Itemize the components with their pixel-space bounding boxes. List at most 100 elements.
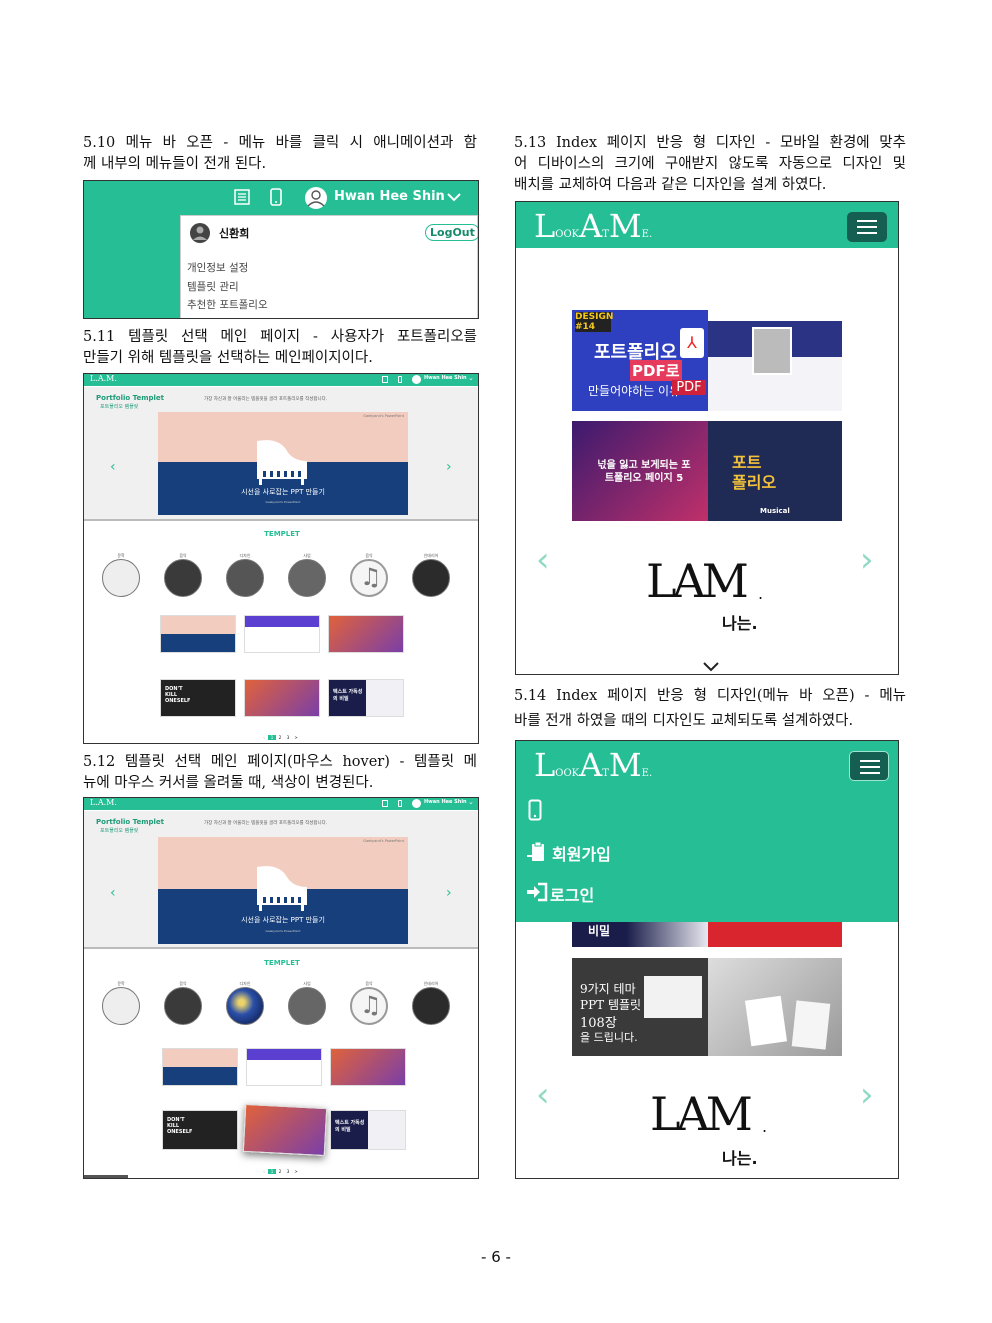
portfolio-card-peek[interactable]: [708, 922, 842, 947]
chevron-down-icon[interactable]: ⌄: [468, 798, 474, 806]
chevron-down-icon[interactable]: [702, 660, 720, 672]
template-thumb[interactable]: 텍스트 가독성의 비밀: [330, 1110, 406, 1150]
hamburger-menu-button[interactable]: [849, 751, 889, 781]
avatar[interactable]: [304, 186, 328, 210]
screenshot-mobile-menu-open: LOOKATME. 회원가입 로그인 비밀 9가지 테마 PPT 템플릿 108…: [515, 740, 899, 1179]
navbar: L.A.M. Hwan Hee Shin ⌄: [84, 798, 478, 810]
category-literature[interactable]: [102, 987, 140, 1025]
user-name[interactable]: Hwan Hee Shin: [424, 799, 467, 805]
scrollbar[interactable]: [84, 1175, 128, 1178]
page-3[interactable]: 3: [284, 735, 292, 740]
portfolio-card[interactable]: 9가지 테마 PPT 템플릿 108장 을 드립니다.: [572, 958, 708, 1056]
list-icon[interactable]: [382, 376, 388, 383]
page-number: - 6 -: [481, 1248, 511, 1266]
card-text: PPT 템플릿: [580, 998, 642, 1012]
hamburger-menu-button[interactable]: [847, 212, 887, 242]
category-interior[interactable]: [412, 559, 450, 597]
logo-letter: A: [579, 746, 603, 784]
chevron-down-icon[interactable]: ⌄: [468, 374, 474, 382]
avatar[interactable]: [412, 375, 421, 384]
card-text: 9가지 테마: [580, 982, 636, 996]
category-music[interactable]: [164, 987, 202, 1025]
page-prev[interactable]: ‹: [260, 735, 268, 740]
caption-line: 5.10 메뉴 바 오픈 - 메뉴 바를 클릭 시 애니메이션과 함: [83, 135, 477, 151]
category-business[interactable]: [288, 987, 326, 1025]
menu-item-templates[interactable]: 템플릿 관리: [187, 279, 239, 294]
logo[interactable]: L.A.M.: [90, 798, 117, 807]
pagination: ‹ 1 2 3 >: [260, 735, 300, 743]
category-music-2[interactable]: ♫: [350, 987, 388, 1025]
template-thumb[interactable]: 텍스트 가독성의 비밀: [328, 679, 404, 717]
list-icon[interactable]: [382, 800, 388, 807]
mobile-icon[interactable]: [528, 799, 542, 821]
page-prev[interactable]: ‹: [260, 1169, 268, 1174]
user-name[interactable]: Hwan Hee Shin: [334, 189, 445, 204]
menu-item-profile[interactable]: 개인정보 설정: [187, 260, 248, 275]
template-thumb[interactable]: [244, 679, 320, 717]
template-thumb[interactable]: [160, 615, 236, 653]
template-thumb[interactable]: [328, 615, 404, 653]
category-label: 문학: [117, 553, 125, 558]
arrow-right-button[interactable]: ›: [860, 540, 874, 580]
list-icon[interactable]: [234, 189, 250, 205]
card-pdf-text: PDF로: [630, 360, 682, 381]
carousel-next-button[interactable]: ›: [446, 885, 452, 901]
template-thumb[interactable]: DON'T KILL ONESELF: [162, 1110, 238, 1150]
template-thumb[interactable]: [244, 615, 320, 653]
category-design-hover[interactable]: [226, 987, 264, 1025]
template-thumb[interactable]: [162, 1048, 238, 1086]
page-2[interactable]: 2: [276, 735, 284, 740]
carousel-prev-button[interactable]: ‹: [110, 459, 116, 475]
page-1[interactable]: 1: [268, 1169, 276, 1174]
category-literature[interactable]: [102, 559, 140, 597]
page-3[interactable]: 3: [284, 1169, 292, 1174]
carousel-next-button[interactable]: ›: [446, 459, 452, 475]
category-music[interactable]: [164, 559, 202, 597]
carousel: Portfolio Templet 포트폴리오 템플릿 가장 자신과 잘 어울리…: [84, 811, 478, 947]
mobile-icon[interactable]: [398, 800, 402, 807]
template-thumb[interactable]: [330, 1048, 406, 1086]
template-thumb[interactable]: DON'T KILL ONESELF: [160, 679, 236, 717]
avatar[interactable]: [412, 799, 421, 808]
arrow-right-button[interactable]: ›: [860, 1075, 874, 1115]
divider: [84, 947, 478, 949]
page-next[interactable]: >: [292, 735, 300, 740]
dropdown-menu: 신환희 LogOut 개인정보 설정 템플릿 관리 추천한 포트폴리오: [180, 215, 478, 318]
category-music-2[interactable]: ♫: [350, 559, 388, 597]
portfolio-card[interactable]: DESIGN #14 포트폴리오 PDF로 만들어야하는 이유 ⅄ PDF: [572, 310, 708, 411]
carousel-prev-button[interactable]: ‹: [110, 885, 116, 901]
logo-letter: A: [579, 207, 603, 245]
logo[interactable]: LOOKATME.: [534, 207, 652, 245]
menu-item-recommended[interactable]: 추천한 포트폴리오: [187, 297, 268, 312]
page-2[interactable]: 2: [276, 1169, 284, 1174]
category-business[interactable]: [288, 559, 326, 597]
portfolio-card[interactable]: 넋을 잃고 보게되는 포트폴리오 페이지 5: [572, 421, 708, 521]
lam-dot: .: [762, 1117, 768, 1136]
mobile-icon[interactable]: [270, 188, 282, 206]
caption-line: 배치를 교체하여 다음과 같은 디자인을 설계 하였다.: [514, 177, 827, 193]
page-next[interactable]: >: [292, 1169, 300, 1174]
page-1[interactable]: 1: [268, 735, 276, 740]
navbar-expanded: LOOKATME. 회원가입 로그인: [516, 741, 898, 922]
logo[interactable]: L.A.M.: [90, 374, 117, 383]
portfolio-card[interactable]: [708, 958, 842, 1056]
logo[interactable]: LOOKATME.: [534, 746, 652, 784]
portfolio-card[interactable]: 포트 폴리오 Musical: [708, 421, 842, 521]
caption-5-14: 5.14 Index 페이지 반응 형 디자인(메뉴 바 오픈) - 메뉴 바를…: [514, 684, 906, 734]
arrow-left-button[interactable]: ‹: [536, 540, 550, 580]
mobile-icon[interactable]: [398, 376, 402, 383]
chevron-down-icon[interactable]: [446, 191, 462, 203]
category-label: 사업: [303, 553, 311, 558]
menu-item-login[interactable]: 로그인: [550, 882, 594, 906]
user-name[interactable]: Hwan Hee Shin: [424, 375, 467, 381]
portfolio-card-peek[interactable]: 비밀: [572, 922, 708, 947]
portfolio-card[interactable]: [708, 321, 842, 411]
template-thumb[interactable]: [246, 1048, 322, 1086]
category-label: 디자인: [239, 553, 251, 558]
arrow-left-button[interactable]: ‹: [536, 1075, 550, 1115]
category-design[interactable]: [226, 559, 264, 597]
category-interior[interactable]: [412, 987, 450, 1025]
logout-button[interactable]: LogOut: [425, 224, 478, 241]
menu-item-signup[interactable]: 회원가입: [552, 841, 611, 865]
template-thumb-hover[interactable]: [242, 1103, 328, 1157]
